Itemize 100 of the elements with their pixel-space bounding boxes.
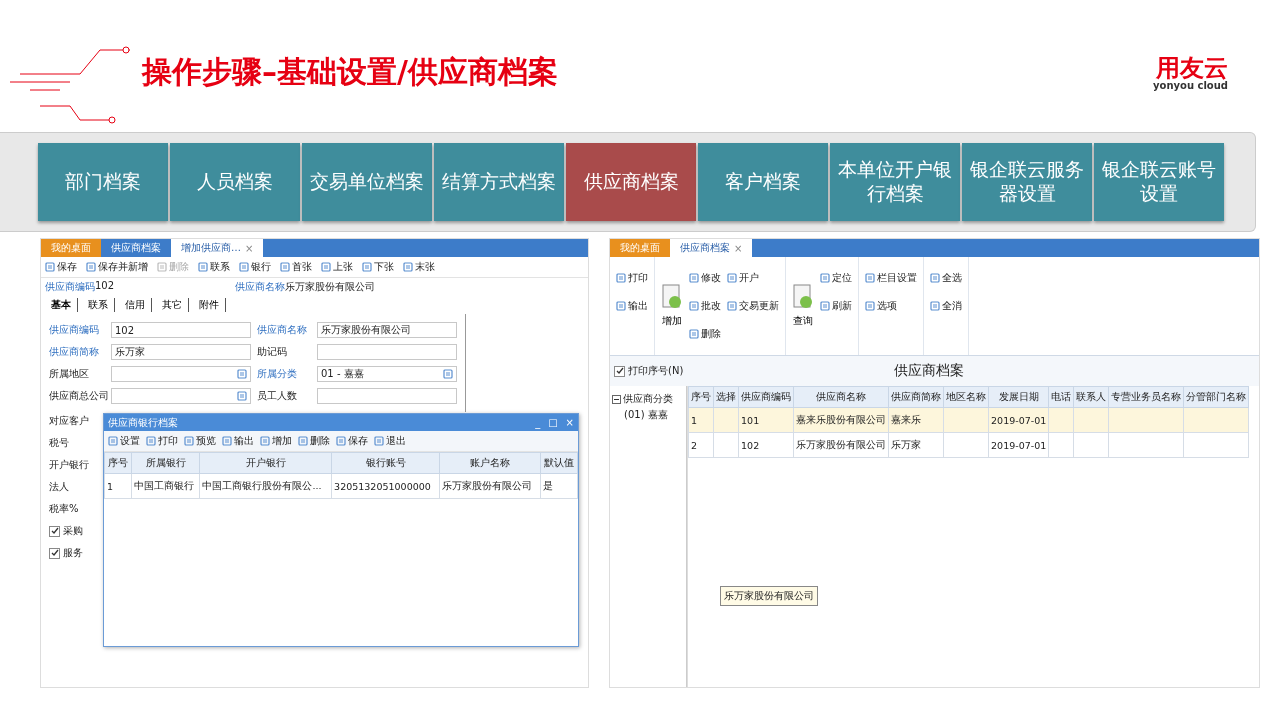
tab[interactable]: 附件 [193, 298, 226, 312]
ribbon-button[interactable]: 查询 [792, 284, 815, 328]
toolbar-button[interactable]: 下张 [362, 260, 394, 274]
toolbar-button[interactable]: 保存 [45, 260, 77, 274]
nav-tab[interactable]: 银企联云账号设置 [1094, 143, 1224, 221]
toolbar-button[interactable]: 上张 [321, 260, 353, 274]
toolbar-button[interactable]: 联系 [198, 260, 230, 274]
input-field[interactable] [317, 388, 457, 404]
input-field[interactable]: 乐万家 [111, 344, 251, 360]
column-header: 分管部门名称 [1183, 386, 1249, 408]
nav-tab[interactable]: 本单位开户银行档案 [830, 143, 960, 221]
ribbon-button[interactable]: 批改 [689, 299, 722, 313]
ribbon-button[interactable]: 开户 [727, 271, 780, 285]
document-icon [616, 301, 627, 311]
field-label: 税率% [49, 502, 79, 516]
tab[interactable]: 增加供应商… × [171, 239, 264, 257]
nav-tab[interactable]: 交易单位档案 [302, 143, 432, 221]
toolbar-button[interactable]: 输出 [222, 434, 254, 448]
nav-tab[interactable]: 部门档案 [38, 143, 168, 221]
column-header: 开户银行 [200, 452, 332, 474]
document-icon [727, 273, 738, 283]
document-icon [298, 436, 308, 446]
ribbon-button[interactable]: 全消 [930, 299, 963, 313]
document-icon [820, 273, 831, 283]
nav-tab[interactable]: 客户档案 [698, 143, 828, 221]
report-title: 供应商档案 [894, 362, 965, 380]
document-icon [661, 284, 684, 310]
document-icon [86, 262, 96, 272]
toolbar-button[interactable]: 打印 [146, 434, 178, 448]
toolbar-button[interactable]: 银行 [239, 260, 271, 274]
document-icon [689, 273, 700, 283]
checkbox-label: 打印序号(N) [628, 364, 684, 378]
minus-box-icon[interactable] [612, 394, 622, 404]
nav-tab[interactable]: 人员档案 [170, 143, 300, 221]
table-cell: 2 [688, 432, 714, 458]
nav-tab[interactable]: 结算方式档案 [434, 143, 564, 221]
tab[interactable]: 基本 [45, 298, 78, 312]
input-field[interactable]: 01 - 嘉嘉 [317, 366, 457, 382]
window-control[interactable]: × [565, 417, 574, 428]
ribbon-button[interactable]: 交易更新 [727, 299, 780, 313]
ribbon-button[interactable]: 定位 [820, 271, 853, 285]
tab[interactable]: 其它 [156, 298, 189, 312]
ribbon-button[interactable]: 选项 [865, 299, 918, 313]
document-icon [222, 436, 232, 446]
ribbon-button[interactable]: 修改 [689, 271, 722, 285]
ribbon-button[interactable]: 删除 [689, 327, 722, 341]
document-icon [930, 301, 941, 311]
input-field[interactable] [317, 344, 457, 360]
toolbar-button[interactable]: 增加 [260, 434, 292, 448]
tree-item[interactable]: 供应商分类 [623, 392, 674, 406]
window-control[interactable]: _ [535, 417, 541, 428]
column-header: 选择 [713, 386, 739, 408]
tab[interactable]: 联系 [82, 298, 115, 312]
column-header: 默认值 [540, 452, 578, 474]
slide-title: 操作步骤–基础设置/供应商档案 [142, 53, 558, 91]
document-icon [865, 301, 876, 311]
window-control[interactable]: □ [548, 417, 558, 428]
toolbar-button[interactable]: 保存 [336, 434, 368, 448]
field-label: 对应客户 [49, 414, 89, 428]
nav-tab[interactable]: 供应商档案 [566, 143, 696, 221]
toolbar-button[interactable]: 首张 [280, 260, 312, 274]
nav-tab[interactable]: 银企联云服务器设置 [962, 143, 1092, 221]
document-icon [336, 436, 346, 446]
ribbon-button[interactable]: 刷新 [820, 299, 853, 313]
input-field[interactable]: 乐万家股份有限公司 [317, 322, 457, 338]
toolbar-button[interactable]: 退出 [374, 434, 406, 448]
field-label: 助记码 [257, 345, 288, 359]
column-header: 电话 [1048, 386, 1074, 408]
field-label: 员工人数 [257, 389, 298, 403]
checkbox[interactable] [49, 525, 60, 537]
column-header: 序号 [688, 386, 714, 408]
tab[interactable]: 供应商档案 × [670, 239, 753, 257]
toolbar-button[interactable]: 删除 [298, 434, 330, 448]
field-value: 102 [95, 280, 115, 291]
input-field[interactable] [111, 388, 251, 404]
ribbon-button[interactable]: 打印 [616, 271, 649, 285]
column-header: 供应商名称 [793, 386, 889, 408]
checkbox[interactable] [614, 365, 626, 377]
toolbar-button[interactable]: 末张 [403, 260, 435, 274]
toolbar-button[interactable]: 保存并新增 [86, 260, 148, 274]
input-field[interactable] [111, 366, 251, 382]
checkbox[interactable] [49, 547, 60, 559]
table-cell: 中国工商银行股份有限公... [200, 473, 332, 499]
ribbon-button[interactable]: 输出 [616, 299, 649, 313]
tab[interactable]: 信用 [119, 298, 152, 312]
ribbon-button[interactable]: 增加 [661, 284, 684, 328]
toolbar-button[interactable]: 设置 [108, 434, 140, 448]
document-icon [184, 436, 194, 446]
input-field[interactable]: 102 [111, 322, 251, 338]
document-icon [792, 284, 815, 310]
table-cell: 乐万家股份有限公司 [439, 473, 541, 499]
document-icon [865, 273, 876, 283]
document-icon [146, 436, 156, 446]
ribbon-button[interactable]: 全选 [930, 271, 963, 285]
document-icon [108, 436, 118, 446]
field-label: 所属地区 [49, 367, 90, 381]
tree-item[interactable]: (01) 嘉嘉 [624, 408, 668, 422]
toolbar-button[interactable]: 预览 [184, 434, 216, 448]
ribbon-button[interactable]: 栏目设置 [865, 271, 918, 285]
column-header: 账户名称 [439, 452, 541, 474]
